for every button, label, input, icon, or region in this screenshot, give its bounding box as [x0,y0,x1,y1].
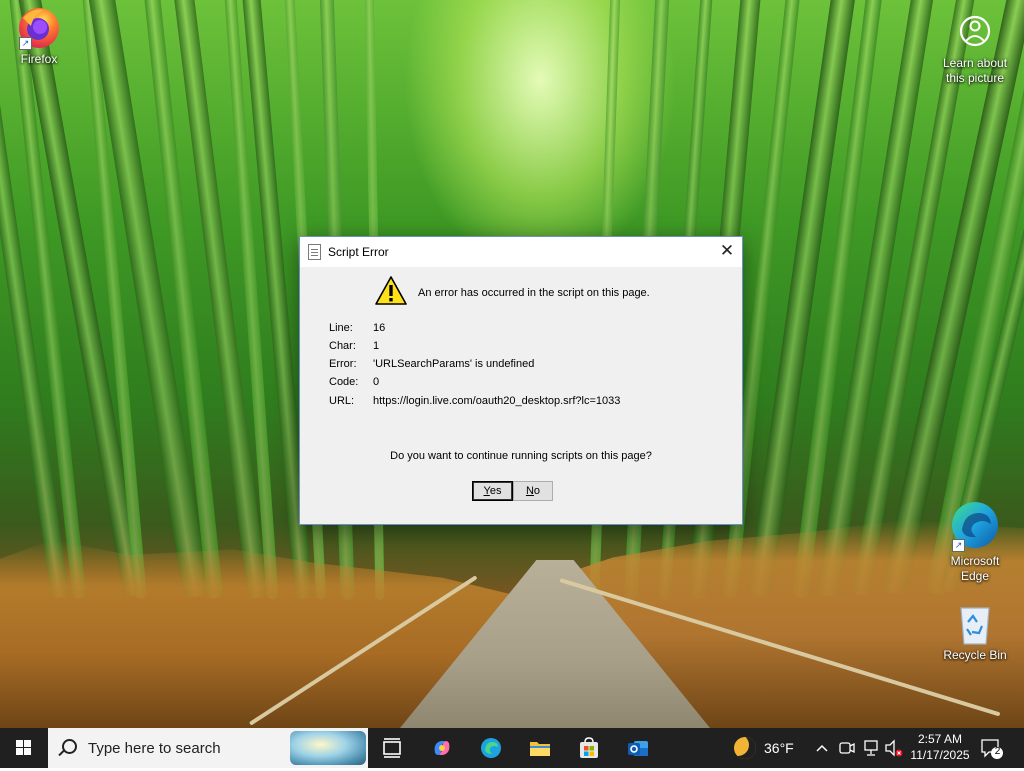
notification-count-badge: 2 [994,746,1001,757]
tray-volume[interactable] [884,728,904,768]
network-icon [864,740,878,756]
desktop-icon-recycle-bin[interactable]: Recycle Bin [935,602,1015,663]
warning-icon [375,275,407,307]
tray-meet-now[interactable] [838,728,856,768]
system-clock[interactable]: 2:57 AM 11/17/2025 [905,731,975,763]
chevron-up-icon [816,744,828,752]
weather-widget[interactable]: 36°F [730,728,810,768]
detail-label-char: Char: [329,340,356,352]
tray-network[interactable] [862,728,880,768]
edge-icon [481,738,501,758]
detail-value-code: 0 [373,376,380,388]
error-message: An error has occurred in the script on t… [418,287,650,299]
show-hidden-icons-button[interactable] [815,728,831,768]
shortcut-arrow-icon: ↗ [952,539,965,552]
weather-temperature: 36°F [764,740,794,756]
camera-icon [839,742,855,754]
search-icon [62,739,77,754]
detail-value-line: 16 [373,322,386,334]
camera-info-icon [956,10,994,54]
taskbar-file-explorer[interactable] [516,728,564,768]
clock-time: 2:57 AM [917,732,963,746]
desktop-icon-label: Learn about [942,56,1008,70]
desktop-icon-label: this picture [945,71,1005,85]
desktop-icon-edge[interactable]: ↗ Microsoft Edge [935,500,1015,584]
close-button[interactable]: ✕ [712,237,742,267]
desktop-icon-label: Microsoft [950,554,1000,568]
taskbar-edge[interactable] [467,728,515,768]
desktop-icon-learn-about-picture[interactable]: Learn about this picture [935,10,1015,86]
store-icon [580,737,598,758]
desktop-icon-label: Recycle Bin [943,648,1007,662]
detail-value-url: https://login.live.com/oauth20_desktop.s… [373,395,621,407]
firefox-icon: ↗ [17,6,61,50]
no-button[interactable]: No [513,481,553,501]
task-view-icon [383,738,401,758]
desktop-icon-label: Firefox [20,52,58,66]
edge-icon: ↗ [950,500,1000,552]
copilot-icon [434,741,450,755]
clock-date: 11/17/2025 [910,748,970,762]
yes-button[interactable]: Yes [472,481,513,501]
dialog-title: Script Error [328,245,389,259]
search-placeholder: Type here to search [88,740,221,757]
desktop-icon-firefox[interactable]: ↗ Firefox [0,6,79,67]
detail-value-error: 'URLSearchParams' is undefined [373,358,535,370]
taskbar: Type here to search 36°F 2:57 AM 11/17/2… [0,728,1024,768]
recycle-bin-icon [955,602,995,646]
windows-logo-icon [16,740,32,756]
detail-label-code: Code: [329,376,359,388]
search-box[interactable]: Type here to search [48,728,368,768]
detail-value-char: 1 [373,340,380,352]
shortcut-arrow-icon: ↗ [19,37,32,50]
detail-label-error: Error: [329,358,357,370]
folder-icon [530,742,550,756]
moon-icon [734,737,756,759]
taskbar-microsoft-store[interactable] [565,728,613,768]
dialog-titlebar[interactable]: Script Error ✕ [300,237,742,267]
outlook-icon [628,741,648,756]
script-error-dialog: Script Error ✕ An error has occurred in … [299,236,743,525]
volume-muted-icon [885,739,903,757]
notification-center-button[interactable]: 2 [980,738,1003,759]
desktop-icon-label: Edge [960,569,990,583]
detail-label-line: Line: [329,322,353,334]
search-highlight-image [290,731,366,765]
task-view-button[interactable] [368,728,416,768]
taskbar-copilot[interactable] [418,728,466,768]
detail-label-url: URL: [329,395,355,407]
continue-question: Do you want to continue running scripts … [390,450,652,462]
taskbar-outlook[interactable] [614,728,662,768]
document-icon [308,244,321,260]
start-button[interactable] [0,728,48,768]
